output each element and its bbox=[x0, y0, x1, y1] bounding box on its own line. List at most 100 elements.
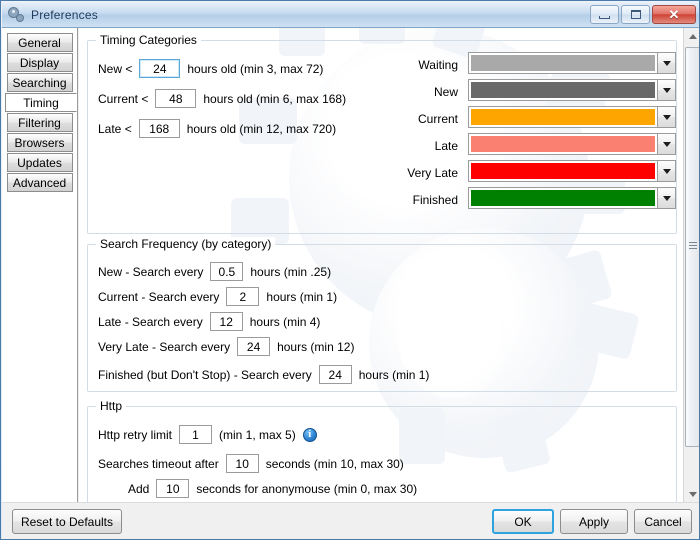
color-combo-current[interactable] bbox=[468, 106, 676, 128]
sidebar-item-display[interactable]: Display bbox=[6, 53, 73, 72]
ok-button[interactable]: OK bbox=[492, 509, 554, 534]
chevron-down-icon bbox=[662, 114, 671, 120]
color-combo-late[interactable] bbox=[468, 133, 676, 155]
sidebar: General Display Searching Timing Filteri… bbox=[2, 28, 78, 503]
chevron-down-icon bbox=[662, 87, 671, 93]
color-combo-arrow[interactable] bbox=[658, 133, 676, 155]
anonymouse-add-input[interactable] bbox=[156, 479, 190, 498]
color-combo-waiting[interactable] bbox=[468, 52, 676, 74]
preferences-window: Preferences ✕ General Display Searching bbox=[0, 0, 700, 540]
freq-row-current-label: Current - Search every bbox=[98, 289, 220, 304]
freq-row-finished-suffix: hours (min 1) bbox=[358, 367, 430, 382]
timing-row-late-suffix: hours old (min 12, max 720) bbox=[186, 121, 337, 136]
color-combo-very-late[interactable] bbox=[468, 160, 676, 182]
new-frequency-input[interactable] bbox=[210, 262, 244, 281]
freq-row-finished-label: Finished (but Don't Stop) - Search every bbox=[98, 367, 312, 382]
http-retry-limit-label: Http retry limit bbox=[98, 427, 173, 442]
finished-frequency-input[interactable] bbox=[318, 365, 352, 384]
search-frequency-group: Search Frequency (by category) New - Sea… bbox=[87, 237, 677, 392]
color-combo-finished[interactable] bbox=[468, 187, 676, 209]
minimize-button[interactable] bbox=[590, 5, 619, 24]
sidebar-item-label: Advanced bbox=[12, 175, 67, 190]
color-combo-arrow[interactable] bbox=[658, 187, 676, 209]
timing-row-new-label: New < bbox=[98, 61, 133, 76]
scrollbar-thumb[interactable] bbox=[685, 47, 699, 447]
current-hours-input[interactable] bbox=[155, 89, 197, 108]
minimize-icon bbox=[599, 15, 610, 19]
new-hours-input[interactable] bbox=[139, 59, 181, 78]
sidebar-item-label: Filtering bbox=[18, 115, 61, 130]
sidebar-item-label: Browsers bbox=[14, 135, 65, 150]
searches-timeout-input[interactable] bbox=[225, 454, 259, 473]
freq-row-new-label: New - Search every bbox=[98, 264, 204, 279]
sidebar-item-label: General bbox=[18, 35, 61, 50]
sidebar-item-updates[interactable]: Updates bbox=[6, 153, 73, 172]
maximize-button[interactable] bbox=[621, 5, 650, 24]
late-hours-input[interactable] bbox=[138, 119, 180, 138]
http-row-anonymouse-add: Add seconds for anonymouse (min 0, max 3… bbox=[128, 479, 417, 498]
late-frequency-input[interactable] bbox=[209, 312, 243, 331]
settings-scrollbar[interactable] bbox=[683, 28, 699, 503]
color-label-waiting: Waiting bbox=[418, 58, 458, 72]
searches-timeout-suffix: seconds (min 10, max 30) bbox=[265, 456, 404, 471]
sidebar-item-label: Display bbox=[19, 55, 60, 70]
color-combo-arrow[interactable] bbox=[658, 106, 676, 128]
color-combo-new[interactable] bbox=[468, 79, 676, 101]
http-group: Http Http retry limit (min 1, max 5) i S… bbox=[87, 399, 677, 503]
color-label-current: Current bbox=[417, 112, 458, 126]
current-frequency-input[interactable] bbox=[226, 287, 260, 306]
freq-row-current: Current - Search every hours (min 1) bbox=[98, 287, 337, 306]
window-controls: ✕ bbox=[590, 5, 696, 24]
sidebar-item-timing[interactable]: Timing bbox=[5, 93, 77, 112]
chevron-down-icon bbox=[662, 168, 671, 174]
very-late-frequency-input[interactable] bbox=[237, 337, 271, 356]
apply-button[interactable]: Apply bbox=[560, 509, 628, 534]
freq-row-current-suffix: hours (min 1) bbox=[266, 289, 338, 304]
freq-row-late-label: Late - Search every bbox=[98, 314, 203, 329]
freq-row-late-suffix: hours (min 4) bbox=[249, 314, 321, 329]
scroll-up-button[interactable] bbox=[684, 28, 699, 45]
searches-timeout-label: Searches timeout after bbox=[98, 456, 219, 471]
timing-row-current: Current < hours old (min 6, max 168) bbox=[98, 89, 346, 108]
info-icon[interactable]: i bbox=[302, 427, 317, 442]
color-swatch-very-late bbox=[471, 163, 655, 179]
sidebar-item-label: Timing bbox=[23, 95, 59, 110]
reset-to-defaults-button[interactable]: Reset to Defaults bbox=[12, 509, 122, 534]
color-combo-arrow[interactable] bbox=[658, 52, 676, 74]
timing-row-current-suffix: hours old (min 6, max 168) bbox=[203, 91, 347, 106]
window-title: Preferences bbox=[31, 7, 98, 22]
color-swatch-waiting bbox=[471, 55, 655, 71]
freq-row-very-late-label: Very Late - Search every bbox=[98, 339, 231, 354]
sidebar-item-searching[interactable]: Searching bbox=[6, 73, 73, 92]
triangle-up-icon bbox=[688, 34, 697, 39]
sidebar-item-browsers[interactable]: Browsers bbox=[6, 133, 73, 152]
color-swatch-new bbox=[471, 82, 655, 98]
http-row-retry-limit: Http retry limit (min 1, max 5) i bbox=[98, 425, 317, 444]
anonymouse-add-label: Add bbox=[128, 481, 150, 496]
freq-row-very-late-suffix: hours (min 12) bbox=[277, 339, 355, 354]
http-retry-limit-suffix: (min 1, max 5) bbox=[219, 427, 296, 442]
chevron-down-icon bbox=[662, 60, 671, 66]
sidebar-item-advanced[interactable]: Advanced bbox=[6, 173, 73, 192]
freq-row-finished: Finished (but Don't Stop) - Search every… bbox=[98, 365, 429, 384]
gears-icon bbox=[8, 6, 26, 24]
timing-row-late: Late < hours old (min 12, max 720) bbox=[98, 119, 336, 138]
color-combo-arrow[interactable] bbox=[658, 79, 676, 101]
timing-row-new: New < hours old (min 3, max 72) bbox=[98, 59, 323, 78]
sidebar-item-filtering[interactable]: Filtering bbox=[6, 113, 73, 132]
dialog-footer: Reset to Defaults OK Apply Cancel bbox=[2, 502, 699, 539]
color-combo-arrow[interactable] bbox=[658, 160, 676, 182]
search-frequency-title: Search Frequency (by category) bbox=[96, 237, 276, 251]
freq-row-late: Late - Search every hours (min 4) bbox=[98, 312, 320, 331]
freq-row-new: New - Search every hours (min .25) bbox=[98, 262, 331, 281]
scroll-down-button[interactable] bbox=[684, 486, 699, 503]
close-button[interactable]: ✕ bbox=[652, 5, 696, 24]
sidebar-item-label: Searching bbox=[12, 75, 67, 90]
http-retry-limit-input[interactable] bbox=[179, 425, 213, 444]
freq-row-new-suffix: hours (min .25) bbox=[250, 264, 332, 279]
sidebar-item-general[interactable]: General bbox=[6, 33, 73, 52]
anonymouse-add-suffix: seconds for anonymouse (min 0, max 30) bbox=[196, 481, 418, 496]
cancel-button[interactable]: Cancel bbox=[634, 509, 692, 534]
triangle-down-icon bbox=[688, 492, 697, 497]
color-swatch-current bbox=[471, 109, 655, 125]
